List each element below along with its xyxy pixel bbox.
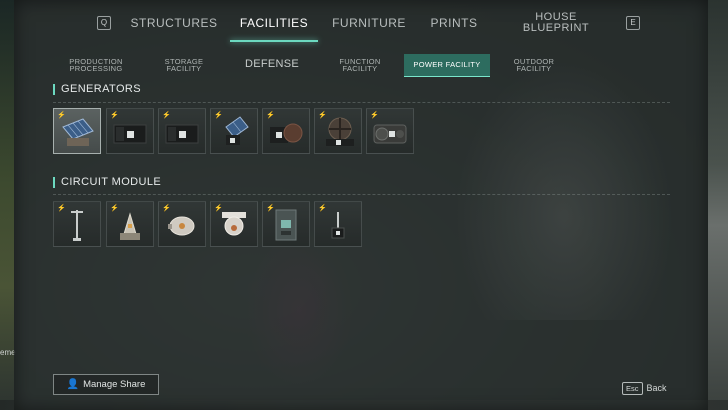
power-node-icon [168, 216, 195, 236]
item-transformer[interactable]: ⚡ [106, 201, 154, 247]
tab-prints[interactable]: PRINTS [422, 10, 486, 36]
background-world-right [708, 0, 728, 410]
item-solar-panel[interactable]: ⚡ [53, 108, 101, 154]
tab-facilities[interactable]: FACILITIES [230, 10, 318, 36]
item-electric-box[interactable]: ⚡ [262, 201, 310, 247]
subtab-label-line2: FACILITY [166, 64, 202, 73]
user-share-icon: 👤 [66, 379, 80, 390]
item-power-node[interactable]: ⚡ [158, 201, 206, 247]
wood-burner-generator-icon [270, 123, 303, 143]
generator-icon [113, 124, 147, 144]
back-hint[interactable]: Esc Back [622, 381, 667, 395]
lamp-post-icon [71, 210, 83, 241]
transformer-icon [120, 212, 140, 240]
wind-turbine-generator-icon [326, 117, 354, 146]
electric-box-icon [275, 209, 297, 241]
item-generator[interactable]: ⚡ [106, 108, 154, 154]
section-divider [53, 102, 670, 103]
manage-share-button[interactable]: 👤 Manage Share [53, 374, 159, 395]
solar-panel-icon [225, 116, 249, 145]
subtab-function-facility[interactable]: FUNCTION FACILITY [326, 54, 394, 76]
subtab-outdoor-facility[interactable]: OUTDOOR FACILITY [500, 54, 568, 76]
item-fuel-generator[interactable]: ⚡ [366, 108, 414, 154]
item-wind-turbine-generator[interactable]: ⚡ [314, 108, 362, 154]
subtab-label-line2: FACILITY [516, 64, 552, 73]
subtab-storage-facility[interactable]: STORAGE FACILITY [150, 54, 218, 76]
fuel-generator-icon [373, 124, 407, 144]
ceiling-node-icon [222, 212, 246, 236]
switch-icon [331, 212, 345, 239]
tab-structures[interactable]: STRUCTURES [130, 10, 218, 36]
back-label: Back [646, 383, 667, 393]
blurred-scenery [454, 60, 674, 320]
tab-furniture[interactable]: FURNITURE [330, 10, 408, 36]
section-title-circuit-module: CIRCUIT MODULE [53, 177, 161, 188]
manage-share-label: Manage Share [83, 379, 146, 390]
tab-house-blueprint-line2: BLUEPRINT [522, 22, 590, 34]
subtab-defense[interactable]: DEFENSE [236, 54, 308, 76]
item-lamp-post[interactable]: ⚡ [53, 201, 101, 247]
active-tab-indicator [230, 40, 318, 42]
solar-panel-icon [62, 118, 94, 146]
item-generator[interactable]: ⚡ [158, 108, 206, 154]
subtab-label-line2: PROCESSING [69, 64, 123, 73]
subtab-label-line2: FACILITY [342, 64, 378, 73]
subtab-power-facility[interactable]: POWER FACILITY [404, 54, 490, 77]
section-divider [53, 194, 670, 195]
section-title-generators: GENERATORS [53, 84, 141, 95]
item-ceiling-node[interactable]: ⚡ [210, 201, 258, 247]
key-hint-q: Q [97, 16, 111, 30]
top-tab-bar: Q STRUCTURES FACILITIES FURNITURE PRINTS… [0, 0, 728, 44]
tab-house-blueprint[interactable]: HOUSE BLUEPRINT [511, 10, 601, 36]
esc-key-icon: Esc [622, 381, 643, 395]
generator-icon [165, 124, 199, 144]
item-wood-burner-generator[interactable]: ⚡ [262, 108, 310, 154]
item-switch[interactable]: ⚡ [314, 201, 362, 247]
item-solar-panel-small[interactable]: ⚡ [210, 108, 258, 154]
subtab-production-processing[interactable]: PRODUCTION PROCESSING [62, 54, 130, 76]
key-hint-e: E [626, 16, 640, 30]
blurred-character [244, 230, 354, 390]
